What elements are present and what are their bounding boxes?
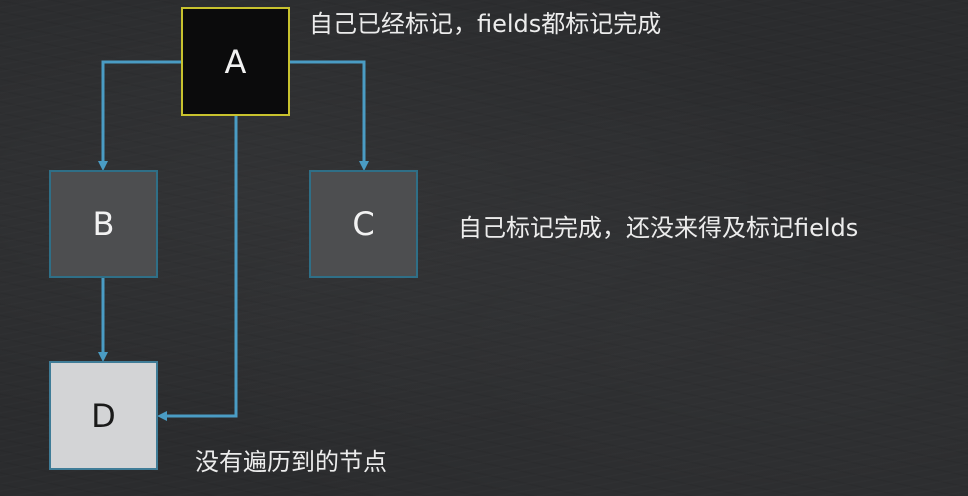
node-b: B [49, 170, 158, 278]
edge-a-to-d [157, 116, 238, 421]
caption-node-c: 自己标记完成，还没来得及标记fields [458, 214, 859, 242]
node-b-label: B [92, 205, 115, 243]
node-a-label: A [224, 42, 247, 81]
node-d-label: D [91, 396, 116, 435]
node-a: A [181, 7, 290, 116]
diagram-canvas: A B C D 自己已经标记，fields都标记完成 自己标记完成，还没来得及标… [0, 0, 968, 496]
edge-a-to-b [98, 60, 181, 171]
node-d: D [49, 361, 158, 470]
edge-a-to-c [290, 60, 369, 171]
node-c-label: C [352, 205, 375, 243]
caption-node-d: 没有遍历到的节点 [195, 448, 387, 476]
node-c: C [309, 170, 418, 278]
caption-node-a: 自己已经标记，fields都标记完成 [309, 10, 662, 38]
